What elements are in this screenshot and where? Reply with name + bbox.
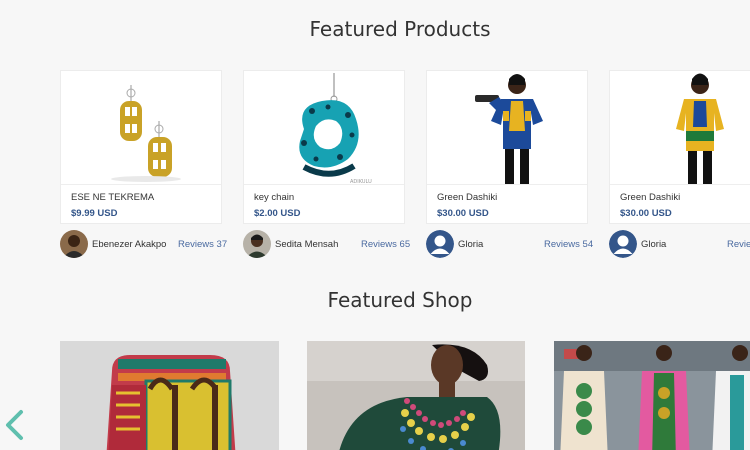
avatar[interactable] — [60, 230, 88, 258]
product-price: $30.00 USD — [620, 208, 672, 219]
seller-name[interactable]: Ebenezer Akakpo — [92, 239, 166, 250]
product-name[interactable]: Green Dashiki — [620, 192, 680, 203]
reviews-link[interactable]: Reviews — [727, 239, 750, 250]
product-image[interactable] — [61, 71, 221, 184]
page: Featured Products ESE NE TEKREMA $9.99 U… — [0, 0, 750, 450]
featured-shop-title: Featured Shop — [327, 288, 473, 312]
card-divider — [427, 184, 587, 185]
product-name[interactable]: key chain — [254, 192, 294, 203]
shop-tile[interactable] — [60, 341, 279, 450]
card-divider — [244, 184, 404, 185]
reviews-link[interactable]: Reviews 65 — [361, 239, 410, 250]
shop-tile[interactable] — [554, 341, 750, 450]
card-divider — [610, 184, 750, 185]
avatar[interactable] — [243, 230, 271, 258]
product-card[interactable]: ESE NE TEKREMA $9.99 USD — [60, 70, 222, 224]
default-avatar-icon[interactable] — [426, 230, 454, 258]
seller-row: Gloria Reviews — [609, 230, 750, 258]
seller-row: Gloria Reviews 54 — [426, 230, 606, 258]
product-card[interactable]: ADIKULU key chain $2.00 USD — [243, 70, 405, 224]
product-name[interactable]: ESE NE TEKREMA — [71, 192, 154, 203]
shop-tile[interactable] — [307, 341, 525, 450]
product-card[interactable]: Green Dashiki $30.00 USD — [426, 70, 588, 224]
seller-name[interactable]: Gloria — [458, 239, 483, 250]
product-price: $2.00 USD — [254, 208, 301, 219]
product-card[interactable]: Green Dashiki $30.00 USD — [609, 70, 750, 224]
seller-row: Ebenezer Akakpo Reviews 37 — [60, 230, 240, 258]
chevron-left-icon[interactable] — [3, 408, 25, 442]
seller-name[interactable]: Sedita Mensah — [275, 239, 338, 250]
product-price: $30.00 USD — [437, 208, 489, 219]
reviews-link[interactable]: Reviews 37 — [178, 239, 227, 250]
product-image[interactable] — [427, 71, 587, 184]
seller-name[interactable]: Gloria — [641, 239, 666, 250]
product-name[interactable]: Green Dashiki — [437, 192, 497, 203]
default-avatar-icon[interactable] — [609, 230, 637, 258]
product-image[interactable]: ADIKULU — [244, 71, 404, 184]
card-divider — [61, 184, 221, 185]
featured-products-title: Featured Products — [309, 17, 491, 41]
reviews-link[interactable]: Reviews 54 — [544, 239, 593, 250]
product-price: $9.99 USD — [71, 208, 118, 219]
seller-row: Sedita Mensah Reviews 65 — [243, 230, 423, 258]
product-image[interactable] — [610, 71, 750, 184]
